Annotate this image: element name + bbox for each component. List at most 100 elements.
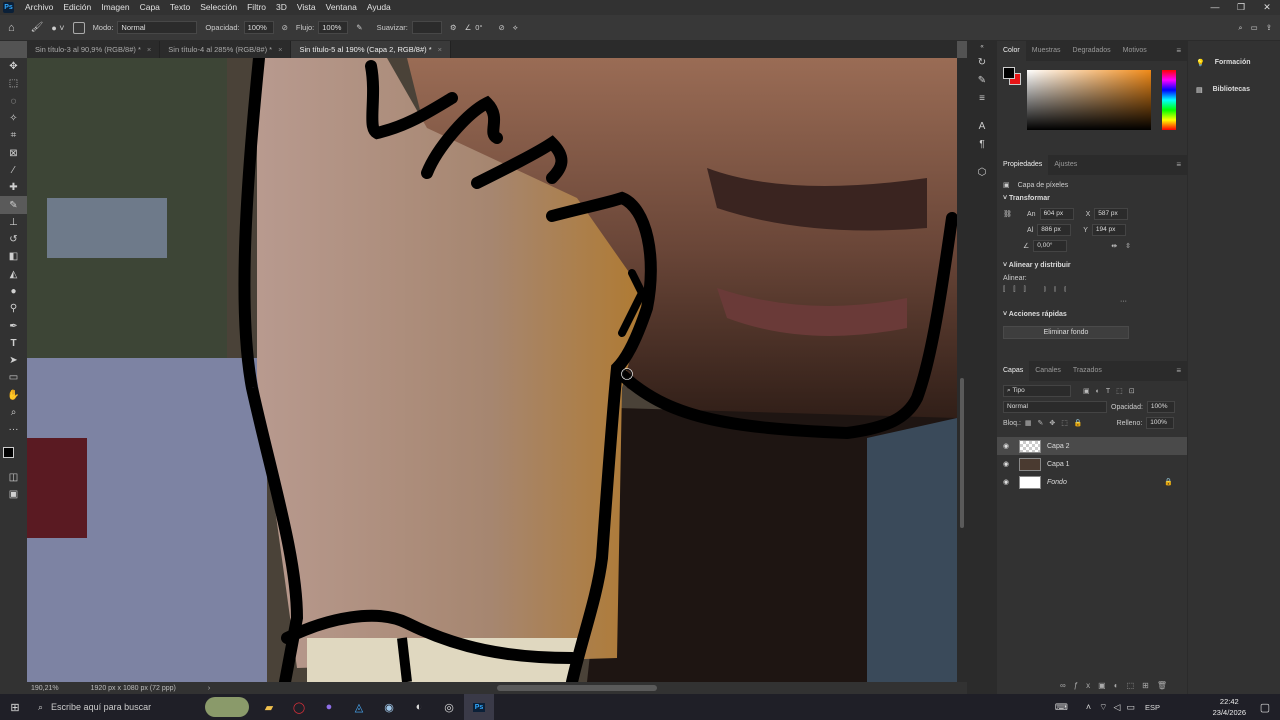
pen-icon[interactable]: ✒ — [0, 317, 27, 334]
angle-input[interactable]: 0,00° — [1033, 240, 1068, 252]
foreground-color-swatch[interactable] — [3, 446, 14, 458]
zoom-level[interactable]: 190,21% — [31, 685, 59, 692]
quick-mask-icon[interactable]: ◫ — [0, 469, 27, 486]
chevron-up-icon[interactable]: ˄ — [1086, 702, 1091, 712]
notifications-icon[interactable]: ▢ — [1254, 694, 1276, 720]
airbrush-icon[interactable]: ✎ — [356, 23, 362, 32]
eyedropper-icon[interactable]: ⁄ — [0, 162, 27, 179]
tab-trazados[interactable]: Trazados — [1067, 361, 1108, 381]
more-options-icon[interactable]: ··· — [997, 296, 1187, 307]
hand-icon[interactable]: ✋ — [0, 387, 27, 404]
gradient-icon[interactable]: ◭ — [0, 266, 27, 283]
epic-icon[interactable]: ◐ — [404, 694, 434, 720]
brush-tool-icon[interactable]: ✎ — [0, 196, 27, 214]
pressure-size-icon[interactable]: ⊘ — [498, 23, 504, 32]
quick-select-icon[interactable]: ✧ — [0, 110, 27, 127]
volume-icon[interactable]: ◁ — [1114, 702, 1121, 713]
fg-color-swatch[interactable] — [1003, 67, 1015, 79]
width-input[interactable]: 604 px — [1039, 208, 1074, 220]
screen-mode-icon[interactable]: ▣ — [0, 486, 27, 503]
bibliotecas-item[interactable]: ▤ Bibliotecas — [1188, 76, 1280, 103]
crop-tool-icon[interactable]: ⌗ — [0, 127, 27, 144]
path-select-icon[interactable]: ➤ — [0, 352, 27, 369]
lasso-tool-icon[interactable]: ◌ — [0, 93, 27, 110]
hue-slider[interactable] — [1162, 70, 1176, 130]
taskbar-clock[interactable]: 22:42 23/4/2026 — [1213, 696, 1246, 718]
character-panel-icon[interactable]: A — [967, 117, 997, 135]
app-icon[interactable]: ◬ — [344, 694, 374, 720]
history-brush-icon[interactable]: ↺ — [0, 231, 27, 248]
menu-imagen[interactable]: Imagen — [96, 0, 134, 15]
panel-menu-icon[interactable]: ≡ — [1176, 46, 1181, 55]
layer-actions[interactable]: ∞ƒx▣◐⬚⊞🗑 — [997, 681, 1187, 690]
adjust-panel-icon[interactable]: ≡ — [967, 89, 997, 107]
more-tools-icon[interactable]: ··· — [0, 421, 27, 438]
menu-edicion[interactable]: Edición — [58, 0, 96, 15]
paragraph-panel-icon[interactable]: ¶ — [967, 135, 997, 153]
close-tab-icon[interactable]: × — [438, 41, 442, 58]
frame-tool-icon[interactable]: ⊠ — [0, 144, 27, 161]
3d-panel-icon[interactable]: ⬡ — [967, 163, 997, 181]
tab-canales[interactable]: Canales — [1029, 361, 1067, 381]
eye-icon[interactable]: ◉ — [1003, 442, 1013, 450]
history-panel-icon[interactable]: ↻ — [967, 53, 997, 71]
filter-icons[interactable]: ▣◐T⬚⊡ — [1083, 387, 1141, 395]
close-tab-icon[interactable]: × — [147, 41, 151, 58]
menu-seleccion[interactable]: Selección — [195, 0, 242, 15]
layer-row-capa2[interactable]: ◉ Capa 2 — [997, 437, 1187, 455]
pressure-opacity-icon[interactable]: ⊘ — [282, 23, 288, 32]
transform-section-title[interactable]: ˅ Transformar — [997, 191, 1187, 206]
scroll-thumb[interactable] — [960, 378, 964, 528]
opacity-input[interactable]: 100% — [243, 21, 274, 34]
zoom-icon[interactable]: ⌕ — [0, 404, 27, 421]
brush-preset-icon[interactable]: 🖌 — [31, 22, 44, 33]
menu-3d[interactable]: 3D — [271, 0, 292, 15]
close-tab-icon[interactable]: × — [278, 41, 282, 58]
move-tool-icon[interactable]: ✥ — [0, 58, 27, 75]
chrome-icon[interactable]: ◎ — [434, 694, 464, 720]
fill-input[interactable]: 100% — [1146, 417, 1175, 429]
brush-settings-icon[interactable] — [72, 21, 85, 34]
close-icon[interactable]: ✕ — [1254, 0, 1280, 15]
menu-vista[interactable]: Vista — [292, 0, 321, 15]
menu-ayuda[interactable]: Ayuda — [362, 0, 396, 15]
tab-degradados[interactable]: Degradados — [1067, 41, 1117, 61]
link-icon[interactable]: ⛓ — [1003, 210, 1015, 218]
file-explorer-icon[interactable]: ▰ — [254, 694, 284, 720]
blur-icon[interactable]: ● — [0, 283, 27, 300]
flow-input[interactable]: 100% — [318, 21, 349, 34]
menu-ventana[interactable]: Ventana — [321, 0, 362, 15]
canvas-area[interactable] — [27, 58, 957, 682]
quick-actions-title[interactable]: ˅ Acciones rápidas — [997, 307, 1187, 322]
keyboard-icon[interactable]: ⌨ — [1055, 702, 1068, 713]
taskbar-search[interactable]: ⌕ Escribe aquí para buscar — [30, 694, 200, 720]
dodge-icon[interactable]: ⚲ — [0, 300, 27, 317]
tab-ajustes[interactable]: Ajustes — [1048, 155, 1083, 175]
eye-icon[interactable]: ◉ — [1003, 460, 1013, 468]
minimize-icon[interactable]: — — [1202, 0, 1228, 15]
remove-background-button[interactable]: Eliminar fondo — [1003, 326, 1129, 339]
eye-icon[interactable]: ◉ — [1003, 478, 1013, 486]
tab-capas[interactable]: Capas — [997, 361, 1030, 381]
formacion-item[interactable]: 💡 Formación — [1188, 49, 1280, 76]
panel-menu-icon[interactable]: ≡ — [1176, 366, 1181, 375]
flip-horizontal-icon[interactable]: ⇹ — [1111, 242, 1117, 250]
x-input[interactable]: 587 px — [1094, 208, 1129, 220]
menu-archivo[interactable]: Archivo — [20, 0, 58, 15]
collapse-icon[interactable]: « — [967, 41, 997, 53]
panel-menu-icon[interactable]: ≡ — [1176, 160, 1181, 169]
align-section-title[interactable]: ˅ Alinear y distribuir — [997, 258, 1187, 273]
tab-document-4[interactable]: Sin título-4 al 285% (RGB/8#) * × — [160, 41, 292, 58]
brush-size-icon[interactable]: ● ˅ — [51, 23, 64, 33]
chevron-right-icon[interactable]: › — [208, 685, 210, 692]
marquee-tool-icon[interactable]: ⬚ — [0, 75, 27, 92]
menu-filtro[interactable]: Filtro — [242, 0, 271, 15]
workspace-icon[interactable]: ▭ — [1251, 23, 1258, 32]
tab-document-5[interactable]: Sin título-5 al 190% (Capa 2, RGB/8#) * × — [291, 41, 452, 58]
maximize-icon[interactable]: ❐ — [1228, 0, 1254, 15]
share-icon[interactable]: ⇪ — [1266, 23, 1272, 32]
wifi-icon[interactable]: ⌔ — [1099, 702, 1107, 713]
y-input[interactable]: 194 px — [1091, 224, 1126, 236]
tab-propiedades[interactable]: Propiedades — [997, 155, 1049, 175]
home-icon[interactable]: ⌂ — [8, 22, 15, 34]
